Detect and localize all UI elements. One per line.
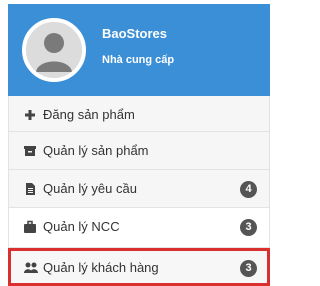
sidebar-panel: BaoStores Nhà cung cấp Đăng sản phẩm Quả…: [8, 4, 270, 286]
plus-icon: [23, 108, 37, 122]
store-name: BaoStores: [102, 26, 168, 41]
profile-header: BaoStores Nhà cung cấp: [8, 4, 270, 96]
menu-item-manage-customers[interactable]: Quản lý khách hàng 3: [8, 248, 270, 286]
menu-item-manage-suppliers[interactable]: Quản lý NCC 3: [8, 208, 270, 248]
menu-item-label: Quản lý yêu cầu: [43, 181, 137, 196]
briefcase-icon: [23, 220, 37, 234]
user-avatar-icon[interactable]: [22, 18, 86, 82]
archive-box-icon: [23, 144, 37, 158]
menu-item-post-product[interactable]: Đăng sản phẩm: [8, 96, 270, 132]
count-badge: 4: [240, 181, 257, 198]
menu-item-label: Quản lý NCC: [43, 219, 120, 234]
menu-item-label: Quản lý khách hàng: [43, 260, 159, 275]
menu-item-label: Đăng sản phẩm: [43, 107, 135, 122]
sidebar-menu: Đăng sản phẩm Quản lý sản phẩm Quản lý y…: [8, 96, 270, 286]
store-role: Nhà cung cấp: [102, 54, 175, 66]
menu-item-manage-products[interactable]: Quản lý sản phẩm: [8, 132, 270, 170]
menu-item-label: Quản lý sản phẩm: [43, 143, 149, 158]
menu-item-manage-requests[interactable]: Quản lý yêu cầu 4: [8, 170, 270, 208]
document-icon: [23, 182, 37, 196]
count-badge: 3: [240, 219, 257, 236]
users-icon: [23, 261, 38, 275]
count-badge: 3: [240, 260, 257, 277]
